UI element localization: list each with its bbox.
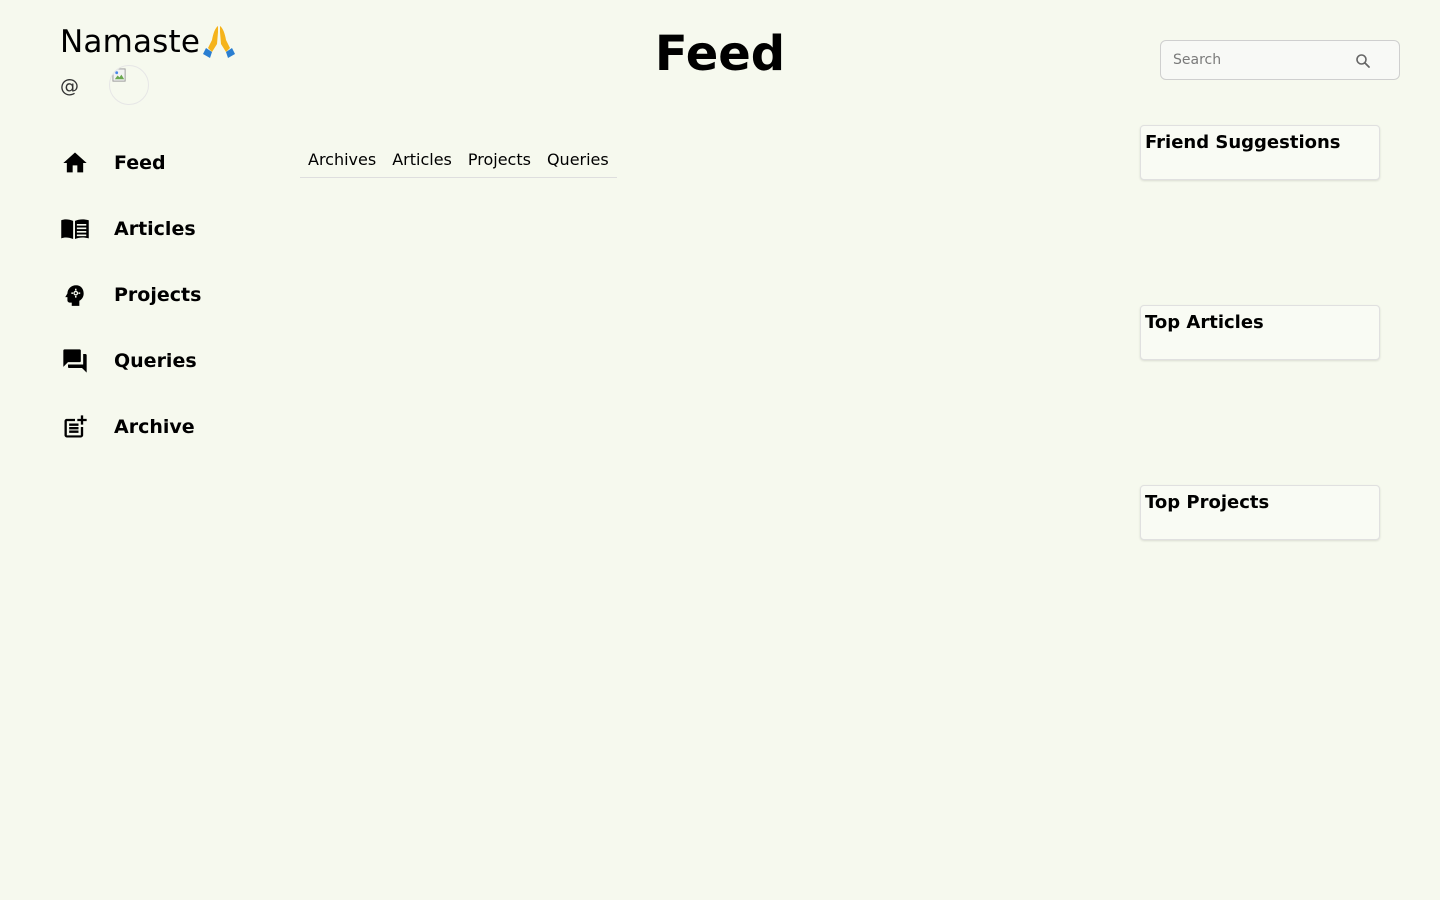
search-input[interactable] <box>1161 41 1351 79</box>
feed-tabs: Archives Articles Projects Queries <box>300 143 617 178</box>
sidebar-item-archive[interactable]: Archive <box>60 394 260 460</box>
forum-icon <box>60 346 90 376</box>
top-projects-title: Top Projects <box>1145 492 1270 513</box>
sidebar-item-label: Projects <box>114 284 202 306</box>
home-icon <box>60 148 90 178</box>
sidebar-item-label: Feed <box>114 152 166 174</box>
friend-suggestions-card: Friend Suggestions <box>1140 125 1380 180</box>
search-icon[interactable] <box>1355 53 1371 69</box>
top-articles-title: Top Articles <box>1145 312 1264 333</box>
page: Namaste @ Feed Feed <box>0 0 1440 900</box>
menu-book-icon <box>60 214 90 244</box>
sidebar-item-articles[interactable]: Articles <box>60 196 260 262</box>
search-box[interactable] <box>1160 40 1400 80</box>
sidebar-nav: Feed Articles Projects Queries Archive <box>60 130 260 460</box>
post-add-icon <box>60 412 90 442</box>
tab-articles[interactable]: Articles <box>392 143 452 177</box>
sidebar-item-queries[interactable]: Queries <box>60 328 260 394</box>
sidebar-item-label: Queries <box>114 350 197 372</box>
tab-projects[interactable]: Projects <box>468 143 531 177</box>
sidebar-item-label: Articles <box>114 218 196 240</box>
tab-archives[interactable]: Archives <box>308 143 376 177</box>
sidebar-item-feed[interactable]: Feed <box>60 130 260 196</box>
tab-queries[interactable]: Queries <box>547 143 609 177</box>
top-projects-card: Top Projects <box>1140 485 1380 540</box>
top-articles-card: Top Articles <box>1140 305 1380 360</box>
friend-suggestions-title: Friend Suggestions <box>1145 132 1341 153</box>
sidebar-item-projects[interactable]: Projects <box>60 262 260 328</box>
sidebar-item-label: Archive <box>114 416 195 438</box>
psychology-head-icon <box>60 280 90 310</box>
